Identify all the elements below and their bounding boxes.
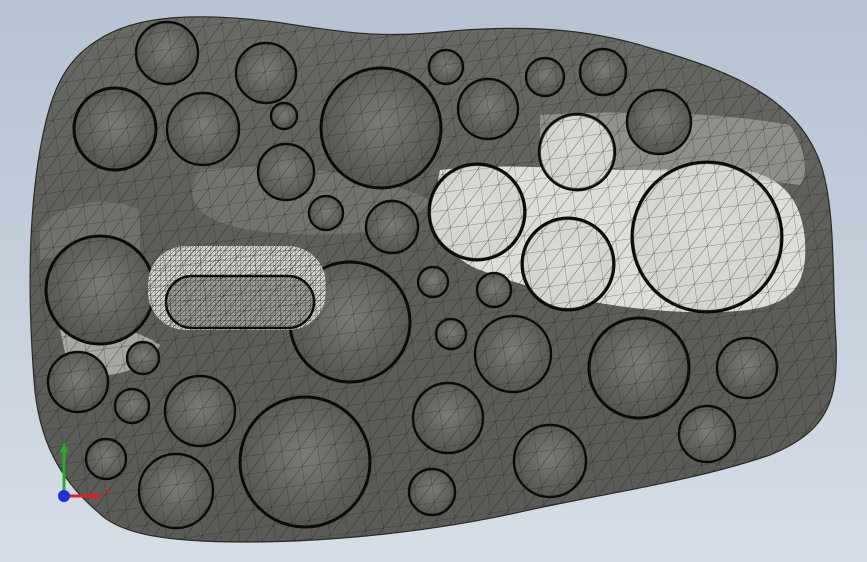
axis-triad: X	[58, 442, 110, 502]
x-axis-arrow	[94, 492, 102, 500]
mesh-model[interactable]	[0, 0, 867, 562]
z-axis-dot	[58, 490, 70, 502]
y-axis-arrow	[60, 442, 68, 452]
graphics-viewport[interactable]: X	[0, 0, 867, 562]
x-axis-label: X	[104, 487, 110, 497]
